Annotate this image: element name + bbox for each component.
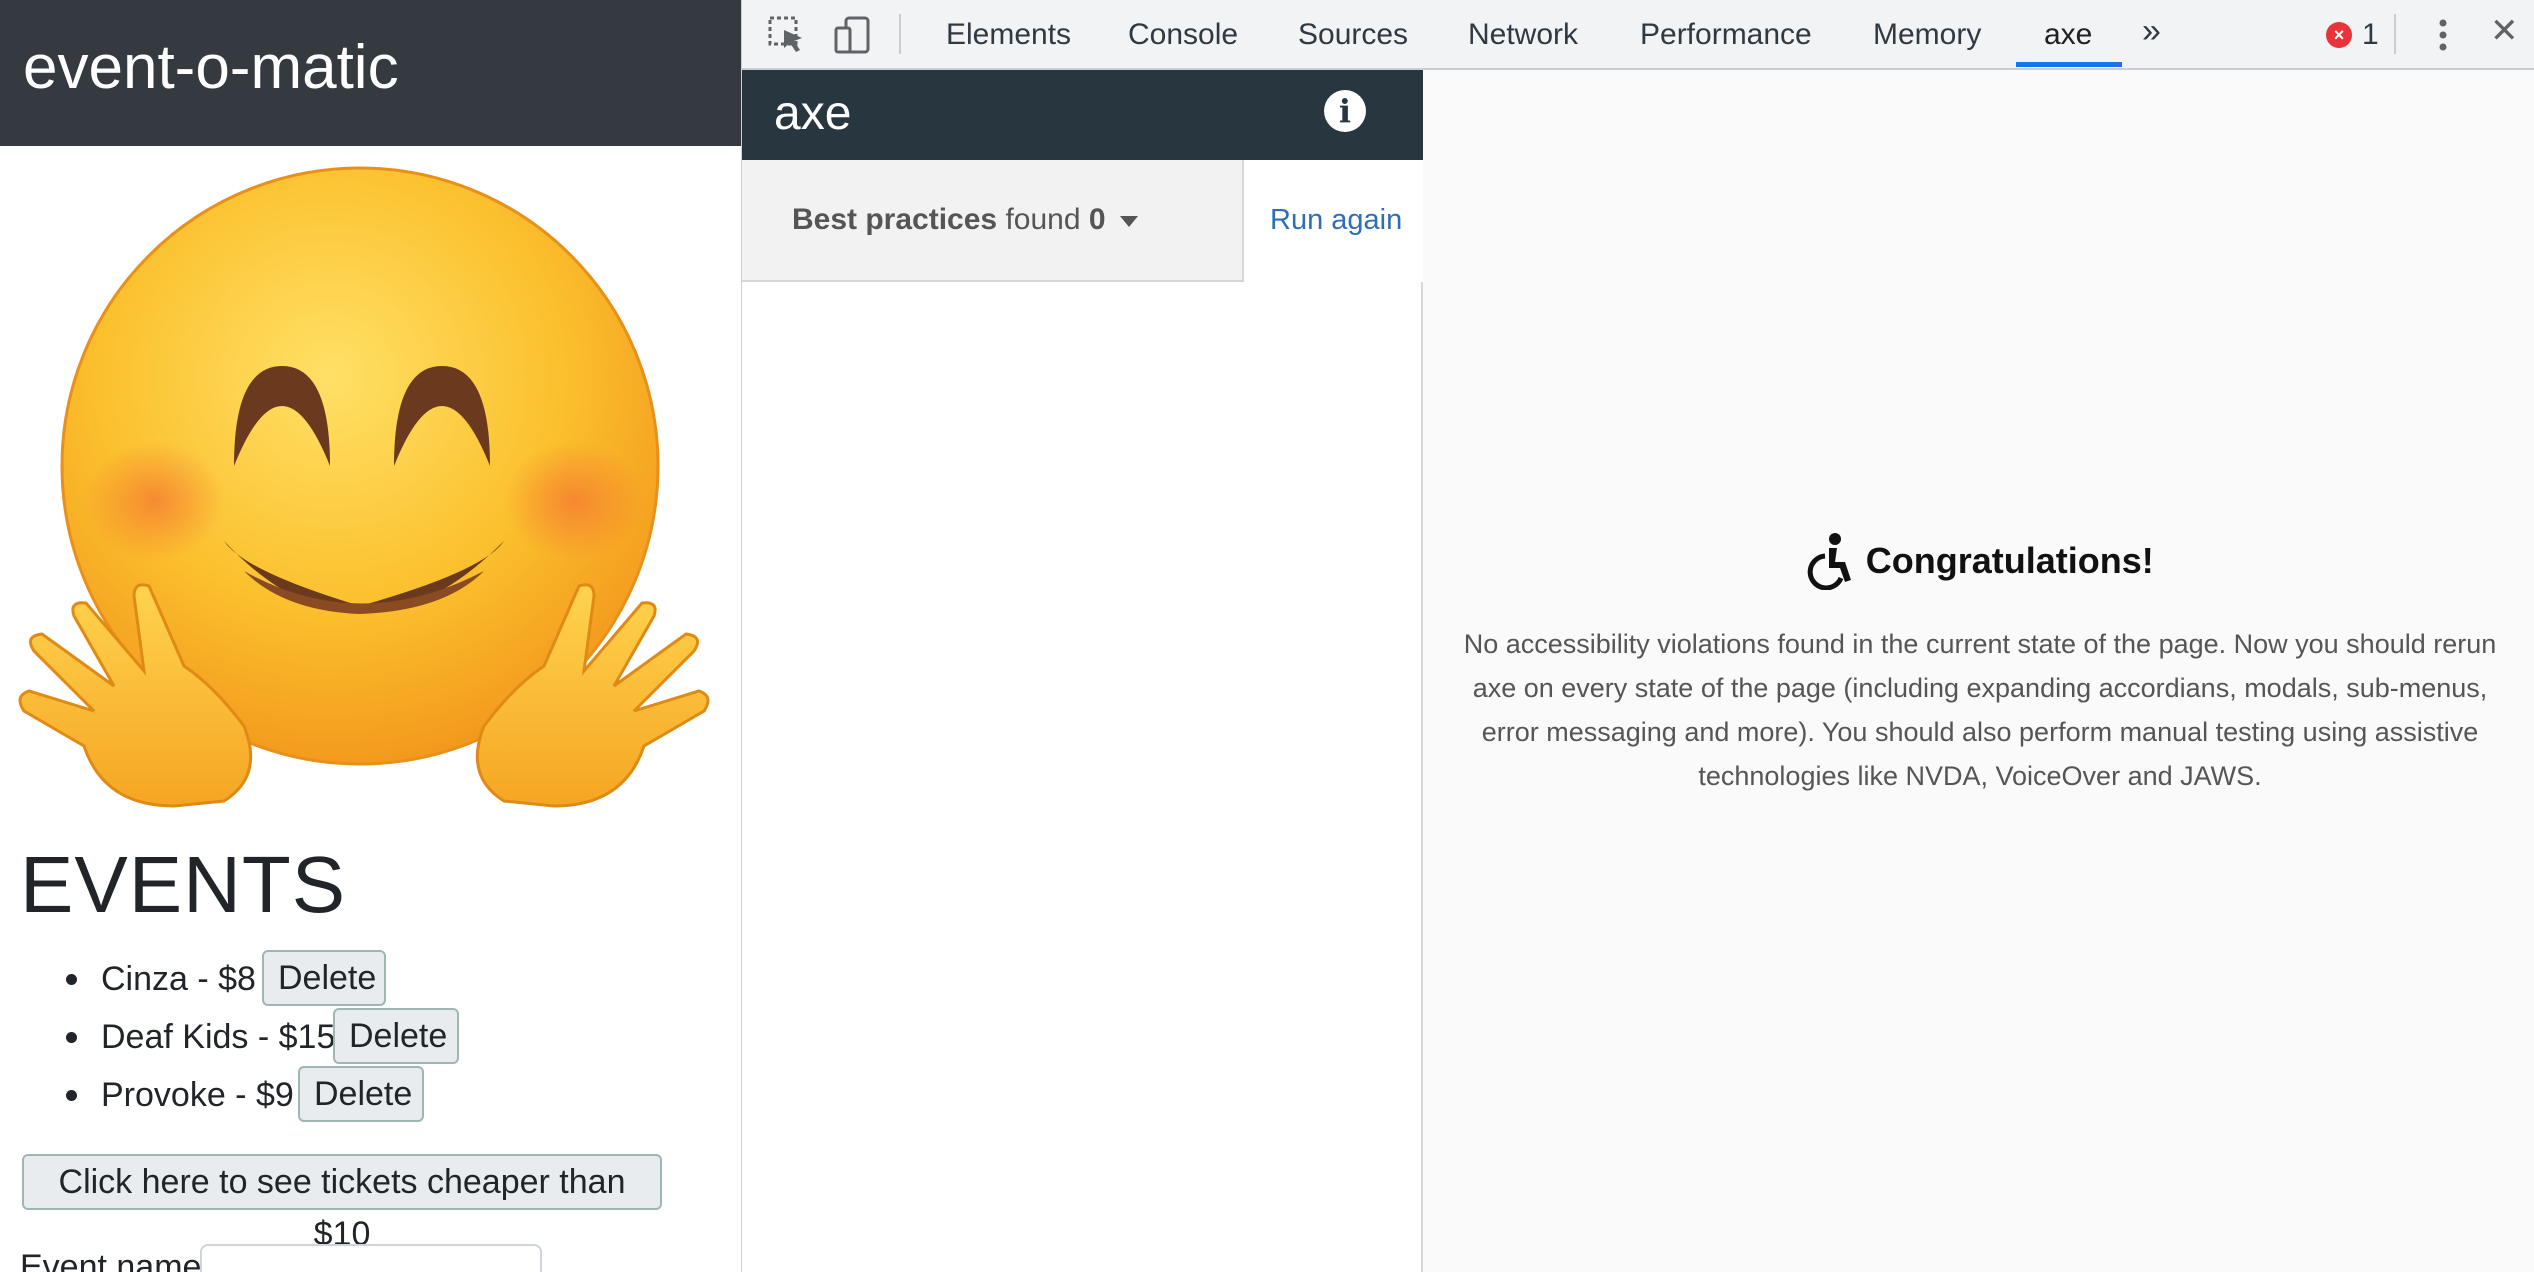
tab-network[interactable]: Network (1468, 18, 1578, 52)
more-options-icon[interactable] (2422, 14, 2464, 56)
device-toolbar-icon[interactable] (832, 14, 874, 56)
delete-button[interactable]: Delete (298, 1066, 424, 1122)
toolbar-divider (2394, 14, 2396, 54)
accessibility-icon (1808, 533, 1852, 590)
axe-header: axe i (742, 70, 1423, 160)
tab-elements[interactable]: Elements (946, 18, 1071, 52)
close-icon[interactable]: ✕ (2490, 14, 2519, 48)
congrats-header: Congratulations! (1425, 532, 2534, 590)
tab-axe[interactable]: axe (2044, 18, 2092, 52)
tab-performance[interactable]: Performance (1640, 18, 1812, 52)
more-tabs-icon[interactable]: » (2142, 14, 2161, 48)
event-label: Cinza - $8 (101, 960, 256, 998)
inspect-element-icon[interactable] (766, 14, 808, 56)
chevron-down-icon (1119, 215, 1138, 227)
info-icon[interactable]: i (1324, 90, 1366, 132)
active-tab-indicator (2016, 62, 2122, 67)
tab-memory[interactable]: Memory (1873, 18, 1981, 52)
cheap-tickets-button[interactable]: Click here to see tickets cheaper than $… (22, 1154, 662, 1253)
site-header: event-o-matic (0, 0, 741, 146)
run-again-container: Run again (1242, 160, 1423, 282)
error-icon: × (2326, 22, 2352, 48)
tab-sources[interactable]: Sources (1298, 18, 1408, 52)
summary-category: Best practices (792, 203, 998, 236)
event-label: Provoke - $9 (101, 1076, 294, 1114)
axe-title: axe (774, 87, 852, 140)
devtools-toolbar: Elements Console Sources Network Perform… (742, 0, 2534, 70)
congrats-title: Congratulations! (1865, 540, 2154, 581)
axe-detail-pane: Congratulations! No accessibility violat… (1425, 70, 2534, 1272)
event-label: Deaf Kids - $15 (101, 1018, 336, 1056)
run-again-button[interactable]: Run again (1270, 202, 1402, 238)
toolbar-divider (899, 14, 901, 54)
list-bullet (66, 1032, 77, 1043)
delete-button[interactable]: Delete (333, 1008, 459, 1064)
hugging-face-emoji-image (18, 166, 710, 808)
list-bullet (66, 974, 77, 985)
list-bullet (66, 1090, 77, 1101)
devtools-panel: Elements Console Sources Network Perform… (742, 0, 2534, 1272)
site-title: event-o-matic (23, 33, 399, 102)
congrats-message: No accessibility violations found in the… (1463, 629, 2497, 791)
event-name-label: Event name (20, 1248, 202, 1272)
delete-button[interactable]: Delete (262, 950, 386, 1006)
summary-count: 0 (1088, 203, 1106, 236)
web-page: event-o-matic EVENTS Cinza - $8 Delete D… (0, 0, 742, 1272)
axe-summary-bar: Best practices found 0 Run again (742, 160, 1423, 282)
summary-found: found (1005, 203, 1081, 236)
events-heading: EVENTS (20, 840, 347, 929)
tab-console[interactable]: Console (1128, 18, 1238, 52)
axe-issues-pane: axe i Best practices found 0 Run again (742, 70, 1423, 1272)
error-count: 1 (2362, 18, 2379, 51)
event-name-input[interactable] (200, 1244, 542, 1272)
issue-category-dropdown[interactable]: Best practices found 0 (792, 202, 1138, 238)
